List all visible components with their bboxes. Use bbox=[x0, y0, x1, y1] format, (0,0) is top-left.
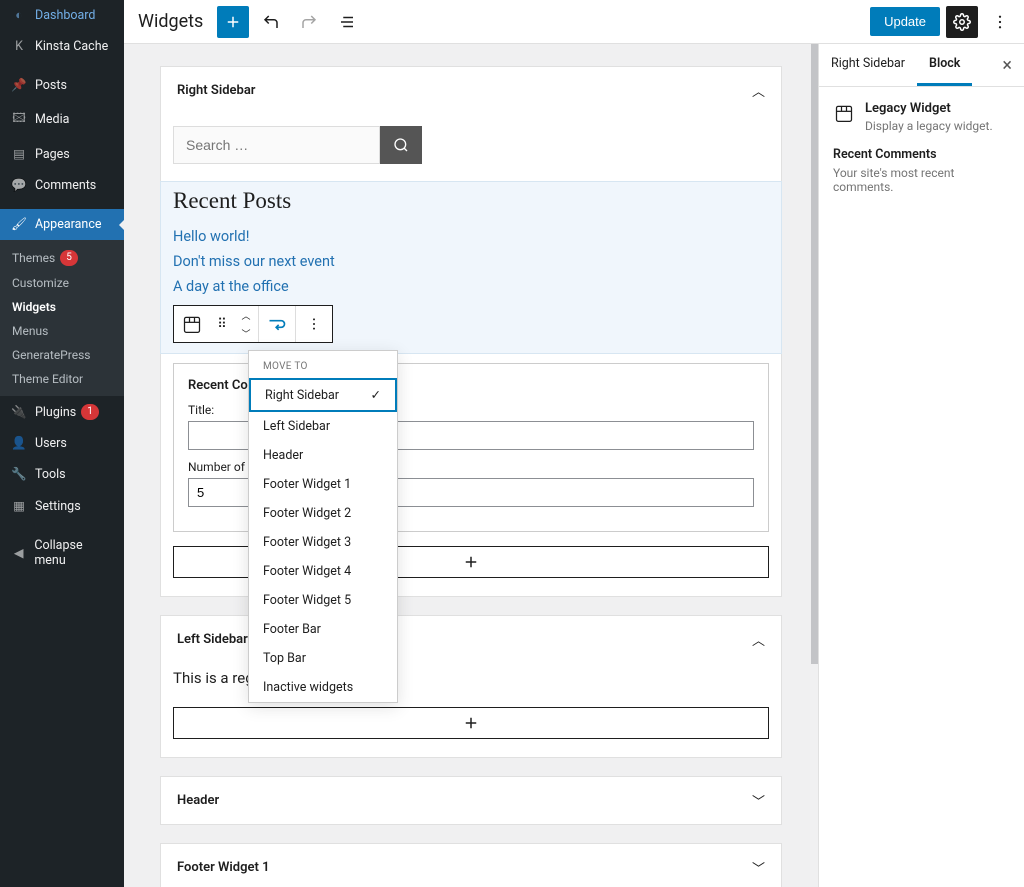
menu-users[interactable]: 👤Users bbox=[0, 428, 124, 459]
popover-item-footer-bar[interactable]: Footer Bar bbox=[249, 615, 397, 644]
settings-tabs: Right Sidebar Block × bbox=[819, 44, 1024, 87]
popover-header: Move to bbox=[249, 351, 397, 378]
area-right-sidebar: Right Sidebar ︿ Recent Posts Hello world… bbox=[160, 66, 782, 597]
menu-posts[interactable]: 📌Posts bbox=[0, 70, 124, 101]
submenu-theme-editor[interactable]: Theme Editor bbox=[0, 367, 124, 391]
menu-collapse[interactable]: ◀Collapse menu bbox=[0, 530, 124, 576]
settings-gear-button[interactable] bbox=[946, 6, 978, 38]
check-icon: ✓ bbox=[371, 387, 381, 403]
legacy-widget-desc: Display a legacy widget. bbox=[865, 119, 993, 133]
user-icon: 👤 bbox=[10, 436, 28, 451]
collapse-icon: ◀ bbox=[10, 545, 27, 561]
main-area: Widgets Update Right Sidebar ︿ bbox=[124, 0, 1024, 887]
menu-tools[interactable]: 🔧Tools bbox=[0, 459, 124, 490]
scrollbar[interactable] bbox=[811, 44, 818, 664]
menu-settings[interactable]: ▦Settings bbox=[0, 490, 124, 522]
move-to-button[interactable] bbox=[259, 306, 295, 342]
add-block-button[interactable] bbox=[217, 6, 249, 38]
list-view-button[interactable] bbox=[331, 6, 363, 38]
post-link[interactable]: Don't miss our next event bbox=[173, 249, 769, 274]
post-link[interactable]: A day at the office bbox=[173, 274, 769, 299]
search-button[interactable] bbox=[380, 126, 422, 164]
move-up-button[interactable]: ︿ bbox=[234, 306, 258, 324]
page-icon: ▤ bbox=[10, 146, 28, 162]
comment-icon: 💬 bbox=[10, 178, 28, 193]
area-footer-widget-1: Footer Widget 1 ﹀ bbox=[160, 843, 782, 887]
area-header-footer-1[interactable]: Footer Widget 1 ﹀ bbox=[161, 844, 781, 887]
submenu-customize[interactable]: Customize bbox=[0, 271, 124, 295]
submenu-menus[interactable]: Menus bbox=[0, 319, 124, 343]
popover-item-footer-1[interactable]: Footer Widget 1 bbox=[249, 470, 397, 499]
menu-plugins[interactable]: 🔌Plugins1 bbox=[0, 396, 124, 428]
plugins-badge: 1 bbox=[81, 404, 99, 420]
menu-appearance[interactable]: 🖌Appearance bbox=[0, 209, 124, 240]
search-widget bbox=[173, 126, 769, 164]
menu-kinsta-cache[interactable]: KKinsta Cache bbox=[0, 31, 124, 62]
settings-sidebar: Right Sidebar Block × Legacy Widget Disp… bbox=[818, 44, 1024, 887]
area-header-header[interactable]: Header ﹀ bbox=[161, 777, 781, 824]
chevron-down-icon: ﹀ bbox=[752, 791, 765, 810]
editor-topbar: Widgets Update bbox=[124, 0, 1024, 44]
drag-handle[interactable]: ⠿ bbox=[210, 306, 234, 342]
dashboard-icon: ◐ bbox=[10, 8, 28, 23]
submenu-widgets[interactable]: Widgets bbox=[0, 295, 124, 319]
page-title: Widgets bbox=[138, 11, 203, 32]
legacy-widget-icon bbox=[833, 102, 855, 124]
move-down-button[interactable]: ﹀ bbox=[234, 324, 258, 342]
block-toolbar: ⠿ ︿ ﹀ bbox=[173, 305, 333, 343]
tab-block[interactable]: Block bbox=[917, 44, 972, 86]
menu-comments[interactable]: 💬Comments bbox=[0, 170, 124, 201]
tools-icon: 🔧 bbox=[10, 467, 28, 482]
popover-item-footer-2[interactable]: Footer Widget 2 bbox=[249, 499, 397, 528]
undo-button[interactable] bbox=[255, 6, 287, 38]
add-block-inline-button[interactable] bbox=[173, 707, 769, 739]
menu-dashboard[interactable]: ◐Dashboard bbox=[0, 0, 124, 31]
chevron-up-icon: ︿ bbox=[752, 630, 765, 649]
popover-item-inactive[interactable]: Inactive widgets bbox=[249, 673, 397, 702]
menu-media[interactable]: 🖾Media bbox=[0, 101, 124, 138]
redo-button[interactable] bbox=[293, 6, 325, 38]
area-header-right-sidebar[interactable]: Right Sidebar ︿ bbox=[161, 67, 781, 114]
update-button[interactable]: Update bbox=[870, 7, 940, 36]
close-settings-button[interactable]: × bbox=[990, 55, 1024, 76]
recent-comments-section-title: Recent Comments bbox=[833, 147, 1010, 162]
area-header: Header ﹀ bbox=[160, 776, 782, 825]
chevron-down-icon: ﹀ bbox=[752, 858, 765, 877]
chevron-up-icon: ︿ bbox=[752, 81, 765, 100]
submenu-themes[interactable]: Themes5 bbox=[0, 245, 124, 271]
move-to-popover: Move to Right Sidebar✓ Left Sidebar Head… bbox=[248, 350, 398, 703]
themes-badge: 5 bbox=[60, 250, 78, 266]
menu-pages[interactable]: ▤Pages bbox=[0, 138, 124, 170]
legacy-widget-title: Legacy Widget bbox=[865, 101, 993, 116]
pin-icon: 📌 bbox=[10, 78, 28, 93]
block-type-icon[interactable] bbox=[174, 306, 210, 342]
media-icon: 🖾 bbox=[10, 109, 28, 130]
kinsta-icon: K bbox=[10, 39, 28, 54]
popover-item-top-bar[interactable]: Top Bar bbox=[249, 644, 397, 673]
appearance-submenu: Themes5 Customize Widgets Menus Generate… bbox=[0, 240, 124, 396]
submenu-generatepress[interactable]: GeneratePress bbox=[0, 343, 124, 367]
options-button[interactable] bbox=[984, 6, 1016, 38]
post-link[interactable]: Hello world! bbox=[173, 224, 769, 249]
popover-item-footer-4[interactable]: Footer Widget 4 bbox=[249, 557, 397, 586]
popover-item-left-sidebar[interactable]: Left Sidebar bbox=[249, 412, 397, 441]
recent-comments-desc: Your site's most recent comments. bbox=[833, 166, 1010, 194]
popover-item-header[interactable]: Header bbox=[249, 441, 397, 470]
tab-right-sidebar[interactable]: Right Sidebar bbox=[819, 44, 917, 86]
admin-sidebar: ◐Dashboard KKinsta Cache 📌Posts 🖾Media ▤… bbox=[0, 0, 124, 887]
popover-item-footer-3[interactable]: Footer Widget 3 bbox=[249, 528, 397, 557]
settings-icon: ▦ bbox=[10, 498, 28, 514]
block-options-button[interactable] bbox=[296, 306, 332, 342]
popover-item-right-sidebar[interactable]: Right Sidebar✓ bbox=[249, 378, 397, 412]
recent-comments-form: Recent Comme Title: Number of comm Move … bbox=[173, 363, 769, 532]
search-input[interactable] bbox=[173, 126, 380, 164]
editor-canvas: Right Sidebar ︿ Recent Posts Hello world… bbox=[124, 44, 818, 887]
brush-icon: 🖌 bbox=[10, 217, 28, 232]
plugin-icon: 🔌 bbox=[10, 405, 28, 420]
selected-block-wrap: Recent Posts Hello world! Don't miss our… bbox=[161, 182, 781, 353]
recent-posts-title: Recent Posts bbox=[173, 188, 769, 214]
popover-item-footer-5[interactable]: Footer Widget 5 bbox=[249, 586, 397, 615]
